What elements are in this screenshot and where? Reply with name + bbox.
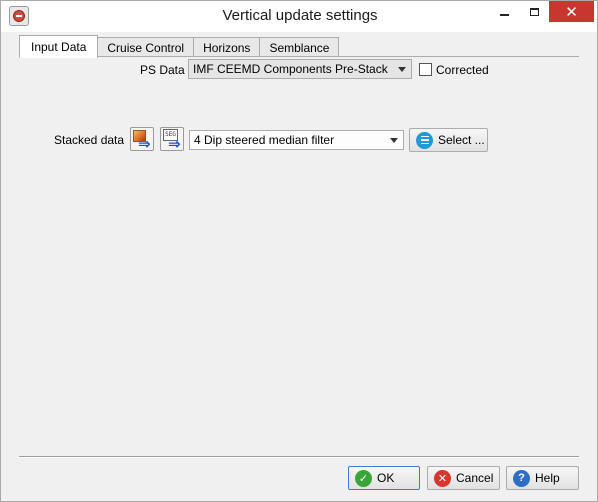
import-button[interactable]: ⇒	[130, 127, 154, 152]
maximize-button[interactable]	[520, 1, 549, 22]
corrected-checkbox[interactable]	[419, 63, 432, 76]
tab-cruise-control[interactable]: Cruise Control	[98, 37, 195, 57]
cancel-button[interactable]: ✕ Cancel	[427, 466, 500, 490]
select-button[interactable]: Select ...	[409, 128, 488, 152]
stacked-data-value: 4 Dip steered median filter	[194, 133, 335, 147]
stacked-data-select[interactable]: 4 Dip steered median filter	[189, 130, 404, 150]
maximize-icon	[530, 7, 539, 16]
tab-bar: Input Data Cruise Control Horizons Sembl…	[19, 35, 340, 58]
minimize-button[interactable]	[490, 1, 519, 22]
input-data-panel	[19, 56, 579, 450]
title-bar[interactable]: Vertical update settings ✕	[1, 1, 597, 32]
check-icon: ✓	[355, 469, 372, 487]
help-icon: ?	[513, 469, 530, 487]
corrected-label: Corrected	[436, 63, 489, 77]
help-button[interactable]: ? Help	[506, 466, 579, 490]
tab-horizons[interactable]: Horizons	[194, 37, 261, 57]
stacked-data-label: Stacked data	[54, 133, 125, 147]
chevron-down-icon	[398, 67, 406, 72]
list-icon	[416, 131, 433, 149]
cancel-icon: ✕	[434, 469, 451, 487]
close-button[interactable]: ✕	[549, 1, 594, 22]
tab-input-data[interactable]: Input Data	[19, 35, 99, 58]
ps-data-select[interactable]: IMF CEEMD Components Pre-Stack	[188, 59, 412, 79]
ps-data-label: PS Data	[140, 63, 185, 77]
tab-semblance[interactable]: Semblance	[260, 37, 340, 57]
chevron-down-icon	[390, 138, 398, 143]
ps-data-value: IMF CEEMD Components Pre-Stack	[193, 62, 388, 76]
close-icon: ✕	[565, 3, 578, 21]
ok-button[interactable]: ✓ OK	[348, 466, 420, 490]
footer-separator	[19, 456, 579, 458]
minimize-icon	[500, 13, 509, 16]
segy-import-button[interactable]: SEG ⇒	[160, 127, 184, 152]
dialog-window: Vertical update settings ✕ Input Data Cr…	[0, 0, 598, 502]
